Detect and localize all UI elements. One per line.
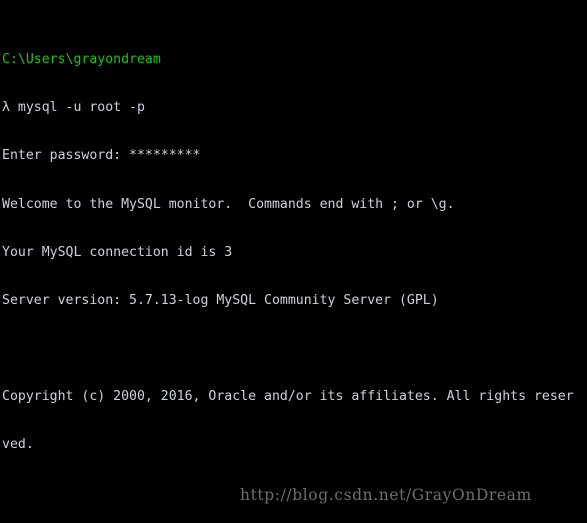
banner-server-version-line: Server version: 5.7.13-log MySQL Communi… <box>2 292 439 308</box>
command-line-mysql-login: λ mysql -u root -p <box>2 100 145 116</box>
copyright-line-2: ved. <box>2 437 34 453</box>
terminal-window[interactable]: C:\Users\grayondream λ mysql -u root -p … <box>0 0 587 523</box>
password-prompt-line: Enter password: ********* <box>2 148 201 164</box>
prompt-cwd-line: C:\Users\grayondream <box>2 52 161 68</box>
banner-welcome-line: Welcome to the MySQL monitor. Commands e… <box>2 196 455 212</box>
banner-connection-id-line: Your MySQL connection id is 3 <box>2 244 233 260</box>
copyright-line-1: Copyright (c) 2000, 2016, Oracle and/or … <box>2 389 574 405</box>
terminal-screen: C:\Users\grayondream λ mysql -u root -p … <box>2 4 587 523</box>
